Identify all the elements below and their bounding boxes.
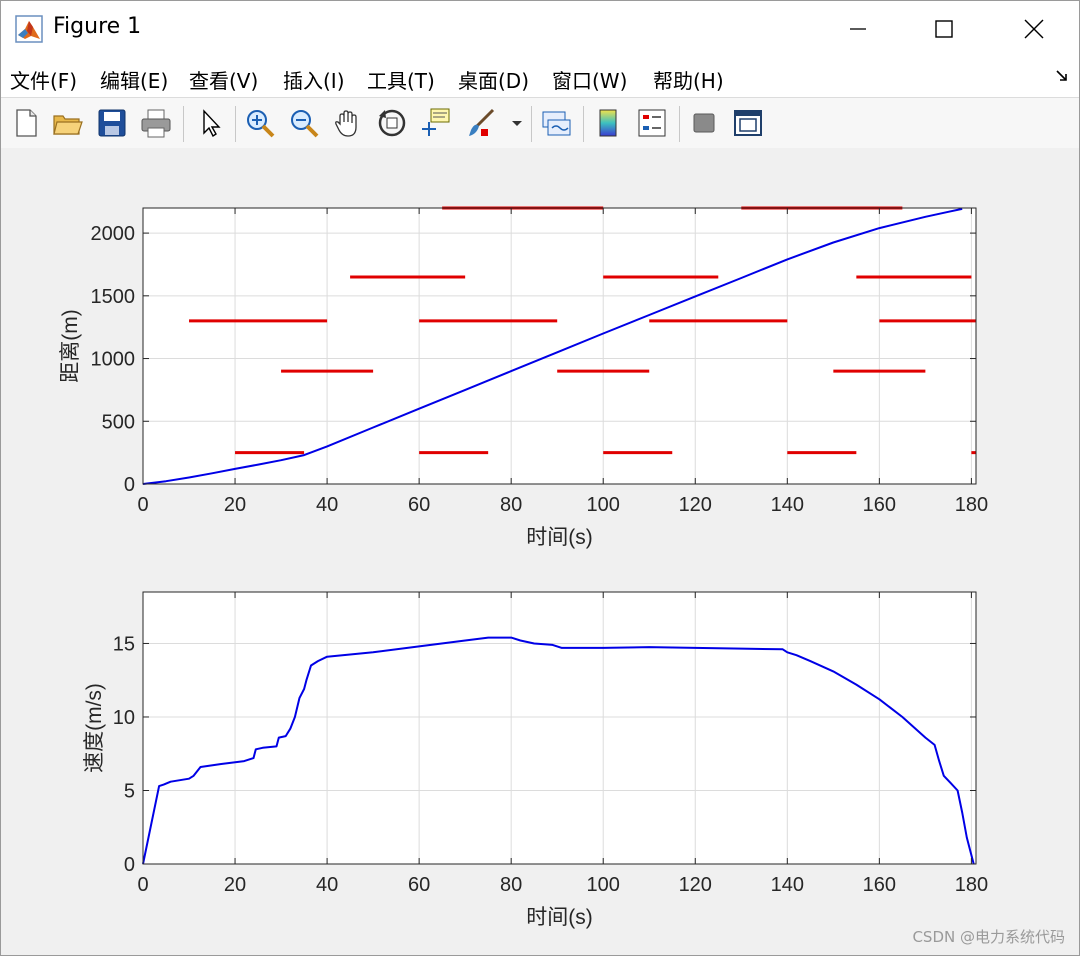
maximize-icon [935, 20, 953, 38]
zoom-in-icon[interactable] [243, 106, 277, 140]
toolbar-separator [679, 106, 680, 142]
distance-axes-background [143, 208, 976, 484]
distance-xlabel: 时间(s) [526, 526, 593, 549]
speed-xtick-label: 60 [408, 874, 430, 896]
distance-ytick-label: 1000 [91, 349, 136, 371]
speed-xtick-label: 0 [137, 874, 148, 896]
distance-xtick-label: 60 [408, 494, 430, 516]
toolbar-separator [583, 106, 584, 142]
open-file-icon[interactable] [51, 106, 85, 140]
save-icon[interactable] [95, 106, 129, 140]
distance-xtick-label: 100 [587, 494, 620, 516]
legend-icon[interactable] [635, 106, 669, 140]
speed-xtick-label: 80 [500, 874, 522, 896]
plots-svg: 0 20 40 60 80 100 120 140 160 1800500100015002000… [59, 206, 988, 929]
distance-xtick-label: 0 [137, 494, 148, 516]
zoom-out-icon[interactable] [287, 106, 321, 140]
distance-ytick-label: 1500 [91, 286, 136, 308]
figure-window: Figure 1 文件(F) 编辑(E) 查看(V) 插入(I) 工具(T) 桌… [0, 0, 1080, 956]
window-title: Figure 1 [53, 14, 142, 39]
speed-ytick-label: 10 [113, 707, 135, 729]
distance-xtick-label: 40 [316, 494, 338, 516]
colorbar-icon[interactable] [591, 106, 625, 140]
hide-plot-tools-icon[interactable] [687, 106, 721, 140]
matlab-app-icon [15, 15, 43, 43]
distance-ytick-label: 500 [102, 411, 135, 433]
menu-tools[interactable]: 工具(T) [367, 65, 435, 94]
speed-xtick-label: 140 [771, 874, 804, 896]
distance-xtick-label: 20 [224, 494, 246, 516]
menu-edit[interactable]: 编辑(E) [100, 65, 168, 94]
speed-xlabel: 时间(s) [526, 906, 593, 929]
show-plot-tools-icon[interactable] [731, 106, 765, 140]
menu-window[interactable]: 窗口(W) [552, 65, 627, 94]
figure-canvas: 0 20 40 60 80 100 120 140 160 180 0 500 1000 1500 2000… [1, 148, 1079, 955]
distance-xtick-label: 80 [500, 494, 522, 516]
distance-xtick-label: 140 [771, 494, 804, 516]
watermark-text: CSDN @电力系统代码 [912, 928, 1065, 946]
menu-help[interactable]: 帮助(H) [653, 65, 724, 94]
distance-xtick-label: 180 [955, 494, 988, 516]
toolbar-separator [235, 106, 236, 142]
speed-xtick-label: 20 [224, 874, 246, 896]
distance-ytick-label: 0 [124, 474, 135, 496]
toolbar-separator [531, 106, 532, 142]
dock-arrow-icon[interactable] [1055, 69, 1069, 83]
brush-icon[interactable] [465, 106, 499, 140]
speed-xtick-label: 100 [587, 874, 620, 896]
distance-ytick-label: 2000 [91, 223, 136, 245]
speed-ytick-label: 0 [124, 854, 135, 876]
minimize-icon [850, 28, 866, 30]
speed-ytick-label: 5 [124, 780, 135, 802]
speed-xtick-label: 40 [316, 874, 338, 896]
menu-bar: 文件(F) 编辑(E) 查看(V) 插入(I) 工具(T) 桌面(D) 窗口(W… [1, 57, 1079, 97]
data-cursor-icon[interactable] [419, 106, 453, 140]
distance-xtick-label: 120 [679, 494, 712, 516]
menu-view[interactable]: 查看(V) [189, 65, 258, 94]
maximize-button[interactable] [899, 1, 989, 57]
distance-ylabel: 距离(m) [59, 309, 82, 382]
minimize-button[interactable] [813, 1, 903, 57]
speed-xtick-label: 160 [863, 874, 896, 896]
speed-xtick-label: 180 [955, 874, 988, 896]
pan-icon[interactable] [331, 106, 365, 140]
close-icon [1024, 19, 1044, 39]
pointer-icon[interactable] [193, 106, 227, 140]
toolbar-separator [183, 106, 184, 142]
rotate-3d-icon[interactable] [375, 106, 409, 140]
speed-axes-background [143, 592, 976, 864]
menu-file[interactable]: 文件(F) [10, 65, 77, 94]
speed-ytick-label: 15 [113, 633, 135, 655]
menu-insert[interactable]: 插入(I) [283, 65, 345, 94]
close-button[interactable] [989, 1, 1079, 57]
new-figure-icon[interactable] [9, 106, 43, 140]
link-plot-icon[interactable] [539, 106, 573, 140]
speed-ylabel: 速度(m/s) [83, 683, 106, 773]
speed-xtick-label: 120 [679, 874, 712, 896]
title-bar: Figure 1 [1, 1, 1079, 57]
figure-toolbar [1, 97, 1079, 149]
menu-desktop[interactable]: 桌面(D) [458, 65, 529, 94]
print-icon[interactable] [139, 106, 173, 140]
brush-dropdown-icon[interactable] [507, 106, 527, 140]
distance-xtick-label: 160 [863, 494, 896, 516]
